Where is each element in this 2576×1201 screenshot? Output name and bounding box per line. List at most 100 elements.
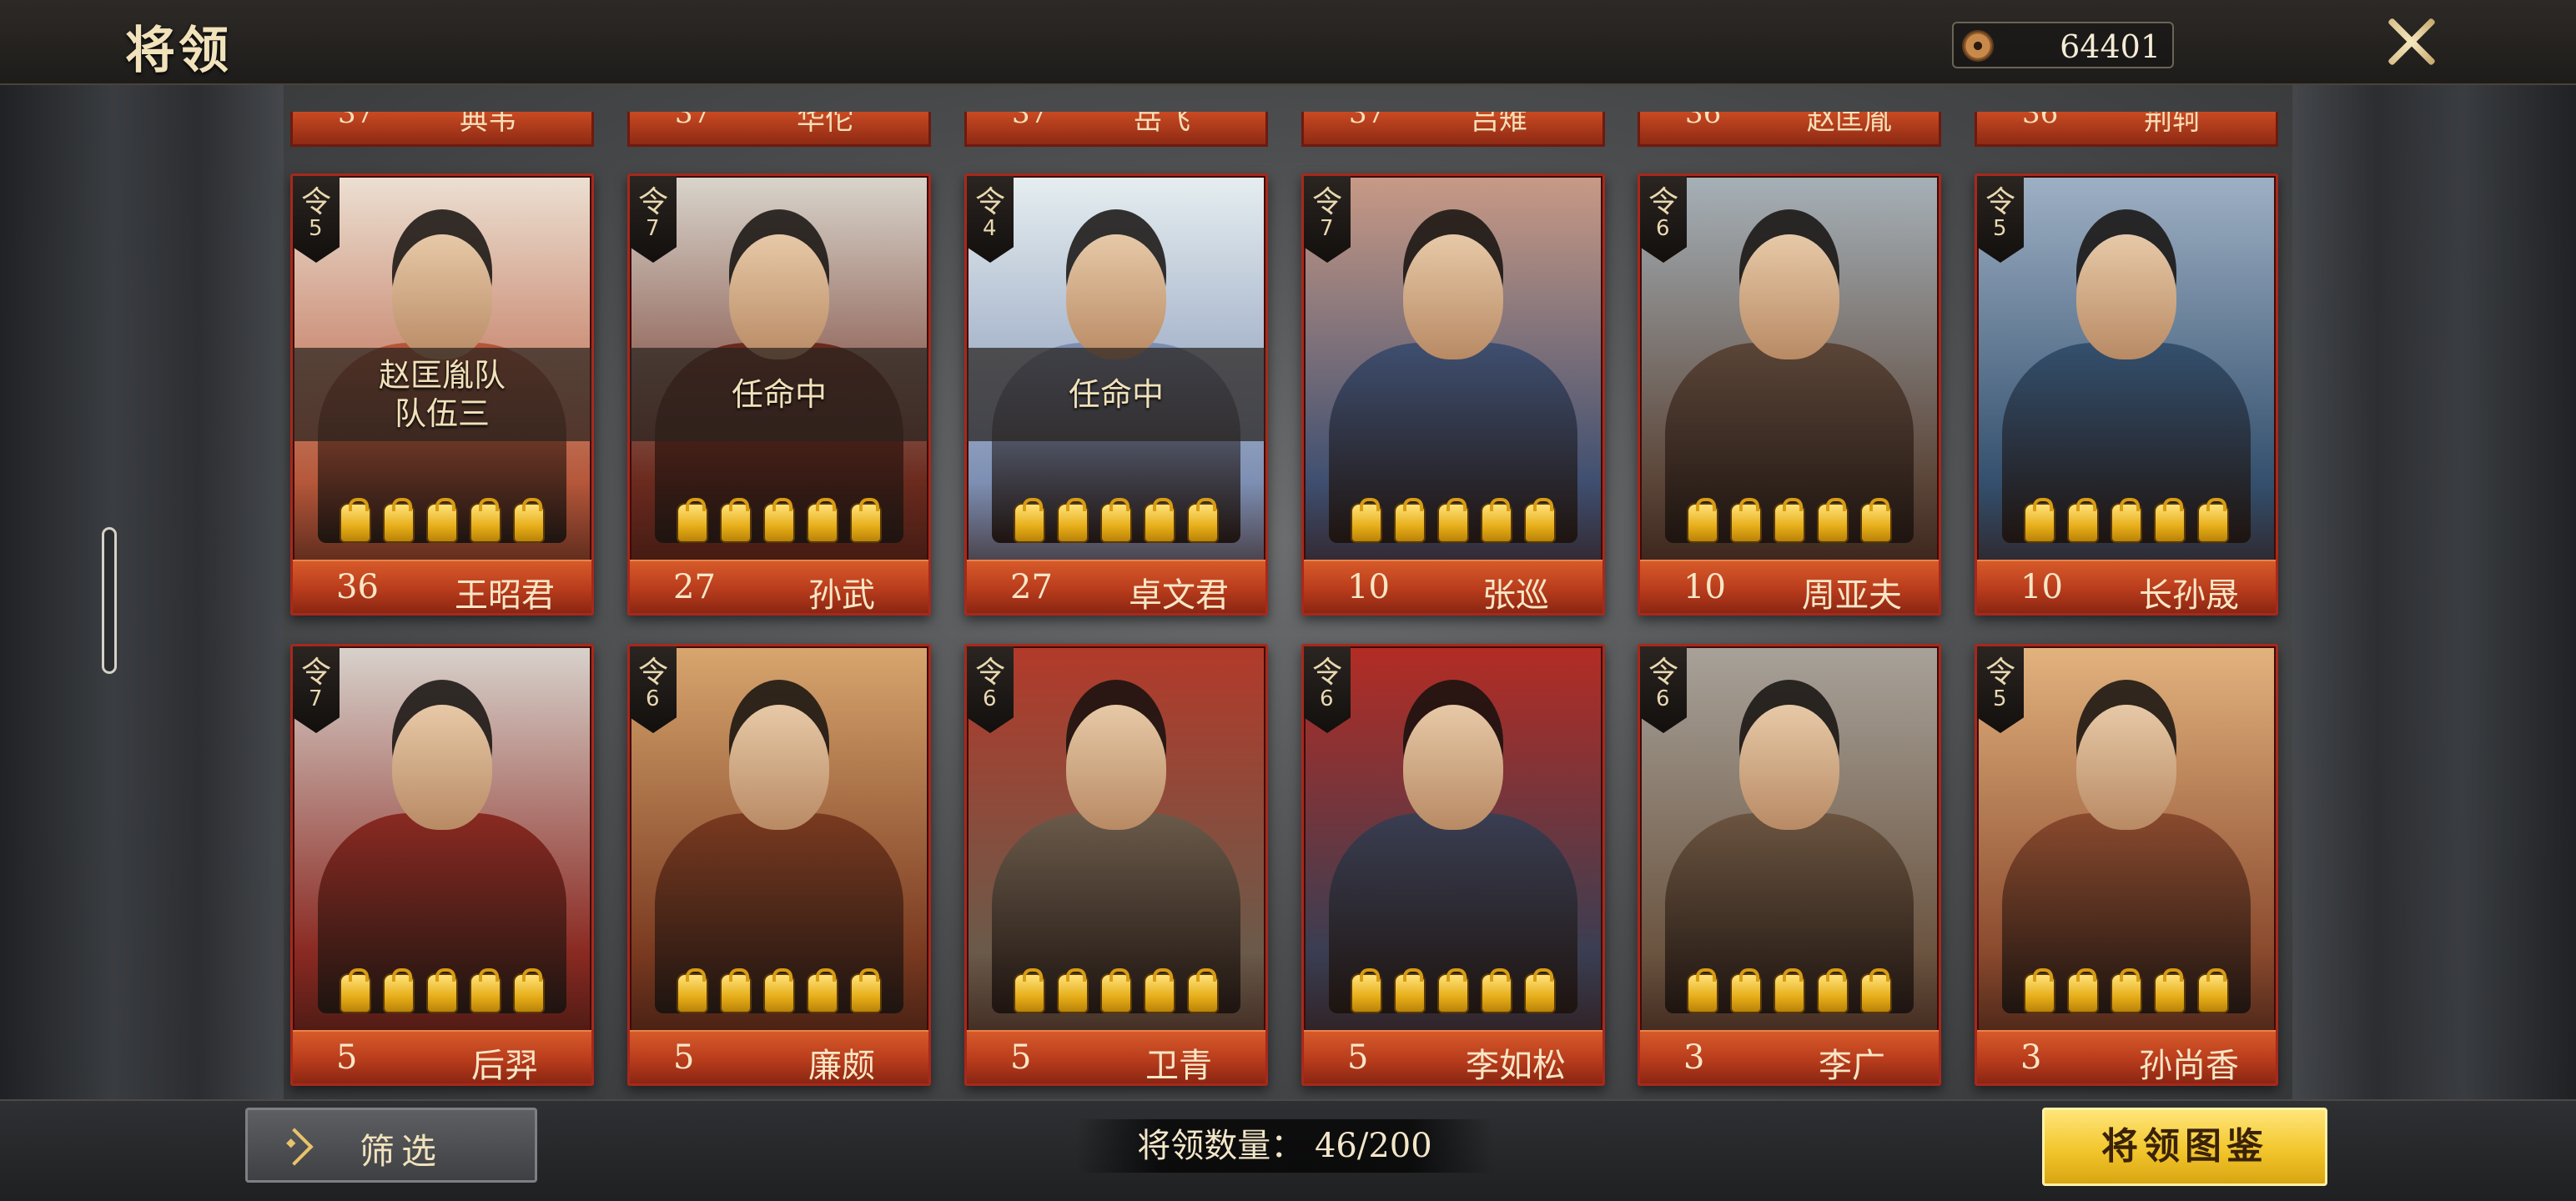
command-token-badge: 令6: [1640, 646, 1687, 733]
token-char: 令: [1648, 185, 1679, 219]
general-card[interactable]: 令 6 3 李广: [1638, 644, 1941, 1086]
card-nameplate: 10 长孙晟: [1977, 560, 2276, 613]
general-level: 10: [2020, 568, 2063, 606]
partial-card[interactable]: 37 岳飞: [964, 112, 1268, 147]
gold-lock-star-icon: [720, 968, 752, 1013]
general-card[interactable]: 令 5 10 长孙晟: [1975, 173, 2278, 616]
gold-lock-star-icon: [850, 968, 882, 1013]
portrait-head: [1739, 705, 1839, 830]
token-char: 令: [1312, 185, 1343, 219]
token-char: 令: [1312, 656, 1343, 690]
general-card[interactable]: 令 6 5 李如松: [1301, 644, 1605, 1086]
general-name: 廉颇: [808, 1047, 875, 1085]
gold-lock-star-icon: [426, 498, 458, 543]
gold-lock-star-icon: [2024, 968, 2055, 1013]
gold-lock-star-icon: [2154, 968, 2186, 1013]
general-count: 将领数量： 46/200: [1076, 1119, 1493, 1173]
assignment-status-band: 任命中: [967, 348, 1265, 441]
token-number: 5: [309, 216, 323, 241]
gold-lock-star-icon: [340, 968, 371, 1013]
general-level: 27: [673, 568, 716, 606]
gold-lock-star-icon: [1014, 968, 1045, 1013]
gold-lock-star-icon: [1100, 968, 1132, 1013]
general-card[interactable]: 令 7 5 后羿: [290, 644, 594, 1086]
partial-card[interactable]: 37 华佗: [627, 112, 931, 147]
token-char: 令: [638, 185, 669, 219]
codex-button[interactable]: 将领图鉴: [2042, 1108, 2327, 1186]
token-char: 令: [1648, 656, 1679, 690]
gold-lock-star-icon: [763, 498, 795, 543]
partial-card-level: 37: [1012, 112, 1049, 130]
general-card[interactable]: 令 7 10 张巡: [1301, 173, 1605, 616]
assignment-status-band: 任命中: [630, 348, 928, 441]
general-card[interactable]: 令 4 任命中 27 卓文君: [964, 173, 1268, 616]
portrait-head: [1403, 234, 1503, 359]
star-rating: [1304, 498, 1602, 543]
gold-lock-star-icon: [1014, 498, 1045, 543]
general-card[interactable]: 令 5 3 孙尚香: [1975, 644, 2278, 1086]
partial-card[interactable]: 37 典韦: [290, 112, 594, 147]
card-nameplate: 10 张巡: [1304, 560, 1602, 613]
card-nameplate: 10 周亚夫: [1640, 560, 1939, 613]
partial-card-level: 37: [338, 112, 375, 130]
gold-lock-star-icon: [1187, 498, 1219, 543]
portrait-head: [1066, 234, 1166, 359]
portrait-head: [1066, 705, 1166, 830]
gold-lock-star-icon: [1144, 968, 1175, 1013]
card-nameplate: 5 卫青: [967, 1030, 1265, 1083]
gold-lock-star-icon: [677, 968, 708, 1013]
command-token-badge: 令6: [967, 646, 1014, 733]
token-char: 令: [638, 656, 669, 690]
partial-card[interactable]: 37 吕雉: [1301, 112, 1605, 147]
general-level: 36: [336, 568, 379, 606]
gold-lock-star-icon: [340, 498, 371, 543]
top-bar: 将领 64401: [0, 0, 2576, 85]
general-level: 5: [673, 1038, 695, 1077]
filter-label: 筛选: [360, 1131, 444, 1172]
command-token-badge: 令5: [1977, 176, 2024, 263]
general-name: 周亚夫: [1802, 576, 1902, 615]
general-card[interactable]: 令 6 5 卫青: [964, 644, 1268, 1086]
command-token-badge: 令6: [630, 646, 677, 733]
token-char: 令: [975, 656, 1006, 690]
close-icon[interactable]: [2377, 10, 2444, 73]
assignment-status-text: 任命中: [1068, 376, 1164, 413]
gold-lock-star-icon: [2067, 968, 2099, 1013]
star-rating: [630, 498, 928, 543]
general-name: 王昭君: [455, 576, 555, 615]
star-rating: [630, 968, 928, 1013]
gold-lock-star-icon: [1860, 968, 1892, 1013]
general-name: 卓文君: [1129, 576, 1229, 615]
general-level: 5: [1347, 1038, 1369, 1077]
general-card[interactable]: 令 5 赵匡胤队 队伍三 36 王昭君: [290, 173, 594, 616]
portrait-head: [2076, 234, 2176, 359]
gold-lock-star-icon: [1351, 968, 1382, 1013]
gold-lock-star-icon: [383, 498, 415, 543]
filter-arrow-icon: [275, 1128, 314, 1166]
star-rating: [293, 968, 591, 1013]
gold-lock-star-icon: [677, 498, 708, 543]
gold-lock-star-icon: [807, 498, 838, 543]
general-card[interactable]: 令 7 任命中 27 孙武: [627, 173, 931, 616]
command-token-badge: 令4: [967, 176, 1014, 263]
gold-lock-star-icon: [763, 968, 795, 1013]
partial-card-level: 36: [1685, 112, 1722, 130]
currency-value: 64401: [2060, 28, 2161, 65]
gold-lock-star-icon: [1730, 498, 1762, 543]
partial-card[interactable]: 36 赵匡胤: [1638, 112, 1941, 147]
card-nameplate: 3 李广: [1640, 1030, 1939, 1083]
portrait-head: [729, 234, 829, 359]
token-number: 6: [1656, 216, 1670, 241]
card-nameplate: 5 后羿: [293, 1030, 591, 1083]
gold-lock-star-icon: [1187, 968, 1219, 1013]
partial-card[interactable]: 36 荆轲: [1975, 112, 2278, 147]
general-card[interactable]: 令 6 5 廉颇: [627, 644, 931, 1086]
filter-button[interactable]: 筛选: [245, 1108, 537, 1183]
portrait-head: [392, 705, 492, 830]
gold-lock-star-icon: [1100, 498, 1132, 543]
star-rating: [1977, 498, 2276, 543]
scrollbar-handle[interactable]: [102, 527, 117, 674]
general-card[interactable]: 令 6 10 周亚夫: [1638, 173, 1941, 616]
general-name: 张巡: [1482, 576, 1549, 615]
gold-lock-star-icon: [1481, 968, 1512, 1013]
